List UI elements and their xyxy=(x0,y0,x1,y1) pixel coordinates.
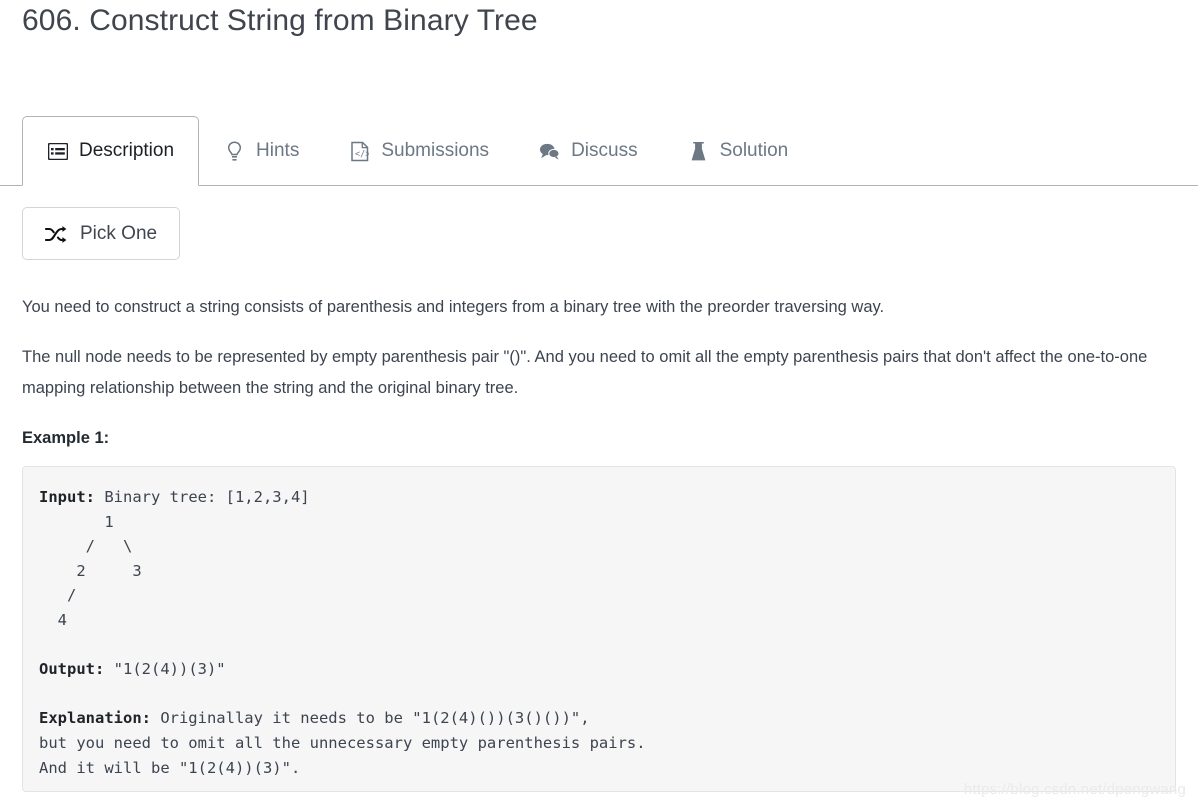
tab-solution[interactable]: Solution xyxy=(663,116,814,186)
tab-list: Description Hints </> xyxy=(22,116,813,186)
tab-description[interactable]: Description xyxy=(22,116,199,186)
tab-hints[interactable]: Hints xyxy=(199,116,324,186)
tab-label: Discuss xyxy=(571,140,638,162)
example-heading: Example 1: xyxy=(22,423,1180,454)
explanation-line-1: Originallay it needs to be "1(2(4)())(3(… xyxy=(151,709,590,727)
output-value: "1(2(4))(3)" xyxy=(104,660,225,678)
explanation-line-3: And it will be "1(2(4))(3)". xyxy=(39,759,300,777)
pick-one-button[interactable]: Pick One xyxy=(22,207,180,260)
input-label: Input: xyxy=(39,488,95,506)
list-icon xyxy=(47,141,68,162)
tab-label: Hints xyxy=(256,140,299,162)
toolbar: Pick One xyxy=(22,207,180,260)
tab-bar: Description Hints </> xyxy=(0,116,1198,186)
comments-icon xyxy=(539,141,560,162)
explanation-label: Explanation: xyxy=(39,709,151,727)
explanation-line-2: but you need to omit all the unnecessary… xyxy=(39,734,646,752)
problem-description: You need to construct a string consists … xyxy=(22,292,1180,464)
input-value: Binary tree: [1,2,3,4] xyxy=(95,488,310,506)
flask-icon xyxy=(688,141,709,162)
shuffle-icon xyxy=(45,224,67,244)
tree-ascii: 1 / \ 2 3 / 4 xyxy=(39,513,142,629)
page-title: 606. Construct String from Binary Tree xyxy=(22,4,538,38)
tab-label: Submissions xyxy=(381,140,489,162)
code-file-icon: </> xyxy=(349,141,370,162)
problem-page: 606. Construct String from Binary Tree D… xyxy=(0,0,1198,806)
tab-label: Solution xyxy=(720,140,789,162)
tab-submissions[interactable]: </> Submissions xyxy=(324,116,514,186)
example-code-text: Input: Binary tree: [1,2,3,4] 1 / \ 2 3 … xyxy=(23,467,1175,780)
tab-discuss[interactable]: Discuss xyxy=(514,116,663,186)
description-paragraph-2: The null node needs to be represented by… xyxy=(22,342,1180,404)
output-label: Output: xyxy=(39,660,104,678)
pick-one-label: Pick One xyxy=(80,223,157,245)
example-code-block: Input: Binary tree: [1,2,3,4] 1 / \ 2 3 … xyxy=(22,466,1176,792)
description-paragraph-1: You need to construct a string consists … xyxy=(22,292,1180,323)
lightbulb-icon xyxy=(224,141,245,162)
svg-text:</>: </> xyxy=(355,149,369,159)
tab-label: Description xyxy=(79,140,174,162)
